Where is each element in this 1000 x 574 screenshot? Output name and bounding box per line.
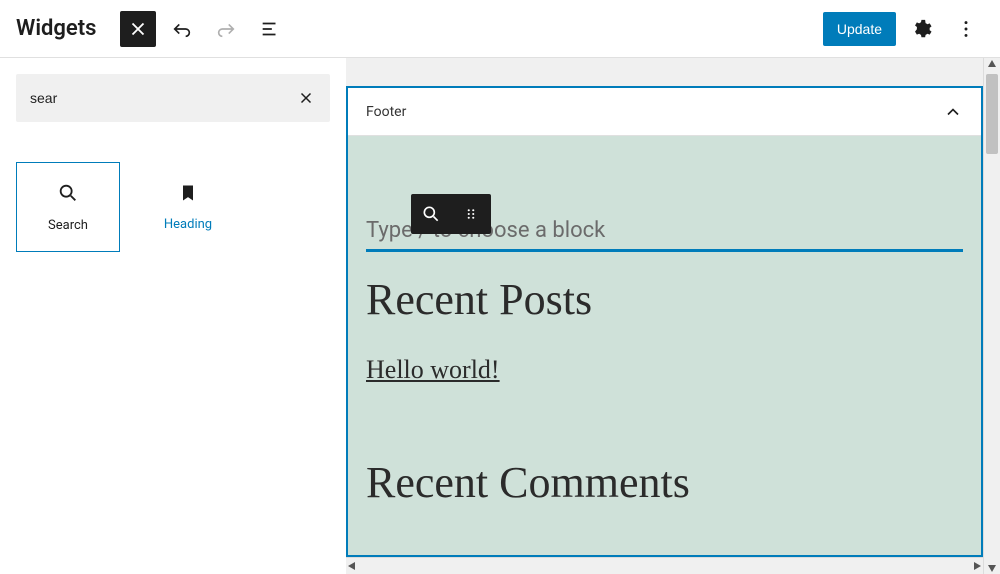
widget-area-body: Type / to choose a block Recent Posts He… [348,136,981,555]
close-inserter-button[interactable] [120,11,156,47]
block-toolbar [411,194,491,234]
toolbar-drag-handle[interactable] [451,194,491,234]
block-results-grid: Search Heading [16,162,330,252]
widget-area-title: Footer [366,104,406,120]
page-title: Widgets [16,16,96,41]
block-card-label: Heading [164,217,212,232]
search-icon [57,182,79,204]
post-link[interactable]: Hello world! [366,355,500,385]
list-view-button[interactable] [252,11,288,47]
main-area: Search Heading Footer [0,58,1000,574]
block-search-input[interactable] [16,74,330,122]
more-vertical-icon [955,18,977,40]
block-search-wrap [16,74,330,122]
topbar-left: Widgets [16,11,288,47]
horizontal-scrollbar[interactable] [346,557,983,574]
update-button[interactable]: Update [823,12,896,46]
widget-area-canvas[interactable]: Footer Type / to choose a block [346,86,983,557]
search-clear-button[interactable] [290,82,322,114]
bookmark-icon [178,183,198,203]
close-icon [297,89,315,107]
settings-button[interactable] [904,11,940,47]
more-options-button[interactable] [948,11,984,47]
block-card-search[interactable]: Search [16,162,120,252]
undo-button[interactable] [164,11,200,47]
block-appender-underline [366,249,963,252]
list-view-icon [259,18,281,40]
block-appender-row[interactable]: Type / to choose a block [366,218,963,252]
topbar-right: Update [823,11,984,47]
block-inserter-sidebar: Search Heading [0,58,346,574]
redo-icon [215,18,237,40]
top-bar: Widgets Update [0,0,1000,58]
redo-button[interactable] [208,11,244,47]
close-icon [127,18,149,40]
block-card-label: Search [48,218,88,233]
editor-canvas-wrap: Footer Type / to choose a block [346,58,1000,574]
gear-icon [911,18,933,40]
block-card-heading[interactable]: Heading [136,162,240,252]
recent-comments-heading: Recent Comments [366,457,963,508]
scrollbar-thumb[interactable] [986,74,998,154]
vertical-scrollbar[interactable] [983,58,1000,574]
search-icon [421,204,441,224]
undo-icon [171,18,193,40]
widget-area-header[interactable]: Footer [348,88,981,136]
toolbar-search-block-button[interactable] [411,194,451,234]
chevron-up-icon [943,102,963,122]
drag-handle-icon [462,205,480,223]
recent-posts-heading: Recent Posts [366,274,963,325]
